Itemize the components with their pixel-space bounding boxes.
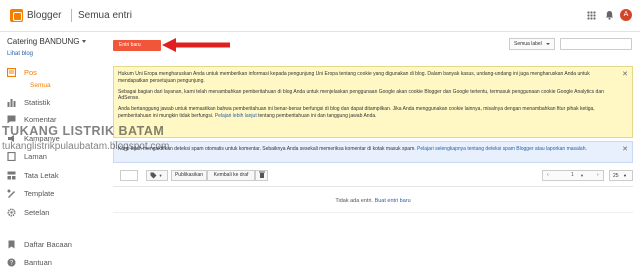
trash-icon (258, 171, 265, 178)
list-divider-bottom (113, 212, 633, 213)
chevron-down-icon: ▼ (158, 173, 163, 178)
watermark-url: tukanglistrikpulaubatam.blogspot.com (2, 141, 170, 152)
close-icon[interactable]: ✕ (622, 70, 628, 79)
learn-more-link[interactable]: Pelajari lebih lanjut (215, 113, 257, 119)
sidebar-item-posts[interactable]: Pos (7, 66, 37, 78)
pagination: ‹ 1 ▼ › (542, 170, 604, 181)
label-filter-value: Semua label (514, 41, 542, 47)
sidebar-subitem-all[interactable]: Semua (30, 82, 51, 89)
layout-icon (7, 171, 16, 179)
comments-icon (7, 115, 16, 123)
sidebar-item-help[interactable]: ? Bantuan (7, 256, 52, 268)
template-icon (7, 189, 15, 198)
chevron-left-icon[interactable]: ‹ (547, 171, 549, 180)
posts-action-bar: ▼ Publikasikan Kembali ke draf ‹ 1 ▼ › 2… (113, 167, 633, 183)
close-icon[interactable]: ✕ (622, 145, 628, 154)
sidebar-item-label: Bantuan (24, 257, 52, 267)
delete-button[interactable] (255, 170, 268, 181)
blog-name: Catering BANDUNG (7, 37, 80, 46)
cookie-notice-p1: Hukum Uni Eropa mengharuskan Anda untuk … (118, 71, 590, 84)
sidebar-item-label: Setelan (24, 207, 50, 217)
reading-list-icon (8, 240, 15, 248)
notifications-bell-icon[interactable] (605, 10, 614, 20)
sidebar-item-label: Template (24, 188, 55, 198)
label-filter-select[interactable]: Semua label (509, 38, 555, 50)
red-arrow-annotation (162, 38, 230, 52)
sidebar-item-stats[interactable]: Statistik (7, 96, 50, 108)
blog-selector[interactable]: Catering BANDUNG (7, 37, 87, 46)
chevron-down-icon (546, 43, 550, 45)
sidebar-item-label: Komentar (24, 114, 57, 124)
breadcrumb: Semua entri (78, 10, 132, 21)
sidebar-item-label: Statistik (24, 97, 51, 107)
stats-icon (7, 98, 16, 107)
revert-to-draft-button[interactable]: Kembali ke draf (207, 170, 255, 181)
settings-icon (7, 207, 16, 217)
empty-state: Tidak ada entri. Buat entri baru (113, 198, 633, 204)
apps-grid-icon[interactable] (587, 11, 596, 20)
chevron-right-icon[interactable]: › (597, 171, 599, 180)
sidebar-item-reading-list[interactable]: Daftar Bacaan (7, 238, 72, 250)
cookie-notice: Hukum Uni Eropa mengharuskan Anda untuk … (113, 66, 633, 138)
new-post-button[interactable]: Entri baru (113, 40, 161, 51)
tag-icon (150, 172, 157, 179)
header-separator (71, 9, 72, 22)
per-page-value: 25 (613, 173, 619, 179)
view-blog-link[interactable]: Lihat blog (7, 51, 33, 57)
spam-learn-more-link[interactable]: Pelajari selengkapnya tentang deteksi sp… (417, 146, 587, 152)
sidebar-item-layout[interactable]: Tata Letak (7, 169, 59, 181)
blogger-logo-icon[interactable] (10, 9, 23, 22)
per-page-select[interactable]: 25 ▼ (609, 170, 633, 181)
sidebar-item-label: Tata Letak (24, 170, 59, 180)
watermark-title: TUKANG LISTRIK BATAM (2, 124, 165, 138)
avatar[interactable]: A (620, 9, 632, 21)
chevron-down-icon (82, 40, 87, 44)
sidebar-item-template[interactable]: Template (7, 187, 54, 199)
sidebar-item-label: Pos (24, 67, 37, 77)
sidebar-item-label: Laman (24, 151, 47, 161)
cookie-notice-p3: Anda bertanggung jawab untuk memastikan … (118, 106, 595, 119)
sidebar-item-settings[interactable]: Setelan (7, 206, 49, 218)
top-bar: Blogger Semua entri A (0, 0, 640, 32)
list-divider (113, 186, 633, 187)
page-number: 1 (571, 172, 574, 178)
label-button[interactable]: ▼ (146, 170, 168, 181)
brand-name[interactable]: Blogger (27, 10, 61, 21)
chevron-down-icon[interactable]: ▼ (580, 171, 584, 180)
create-post-link[interactable]: Buat entri baru (375, 198, 411, 204)
pages-icon (7, 151, 16, 161)
empty-state-text: Tidak ada entri. (335, 198, 374, 204)
sidebar-item-label: Daftar Bacaan (24, 239, 72, 249)
spam-notice: Kami telah mengaktifkan deteksi spam oto… (113, 141, 633, 163)
help-icon: ? (7, 258, 16, 266)
select-all-checkbox[interactable] (120, 170, 138, 181)
publish-button[interactable]: Publikasikan (171, 170, 207, 181)
search-input[interactable] (560, 38, 632, 50)
cookie-notice-p2: Sebagai bagian dari layanan, kami telah … (118, 88, 604, 102)
chevron-down-icon: ▼ (622, 173, 627, 178)
posts-icon (7, 67, 16, 77)
